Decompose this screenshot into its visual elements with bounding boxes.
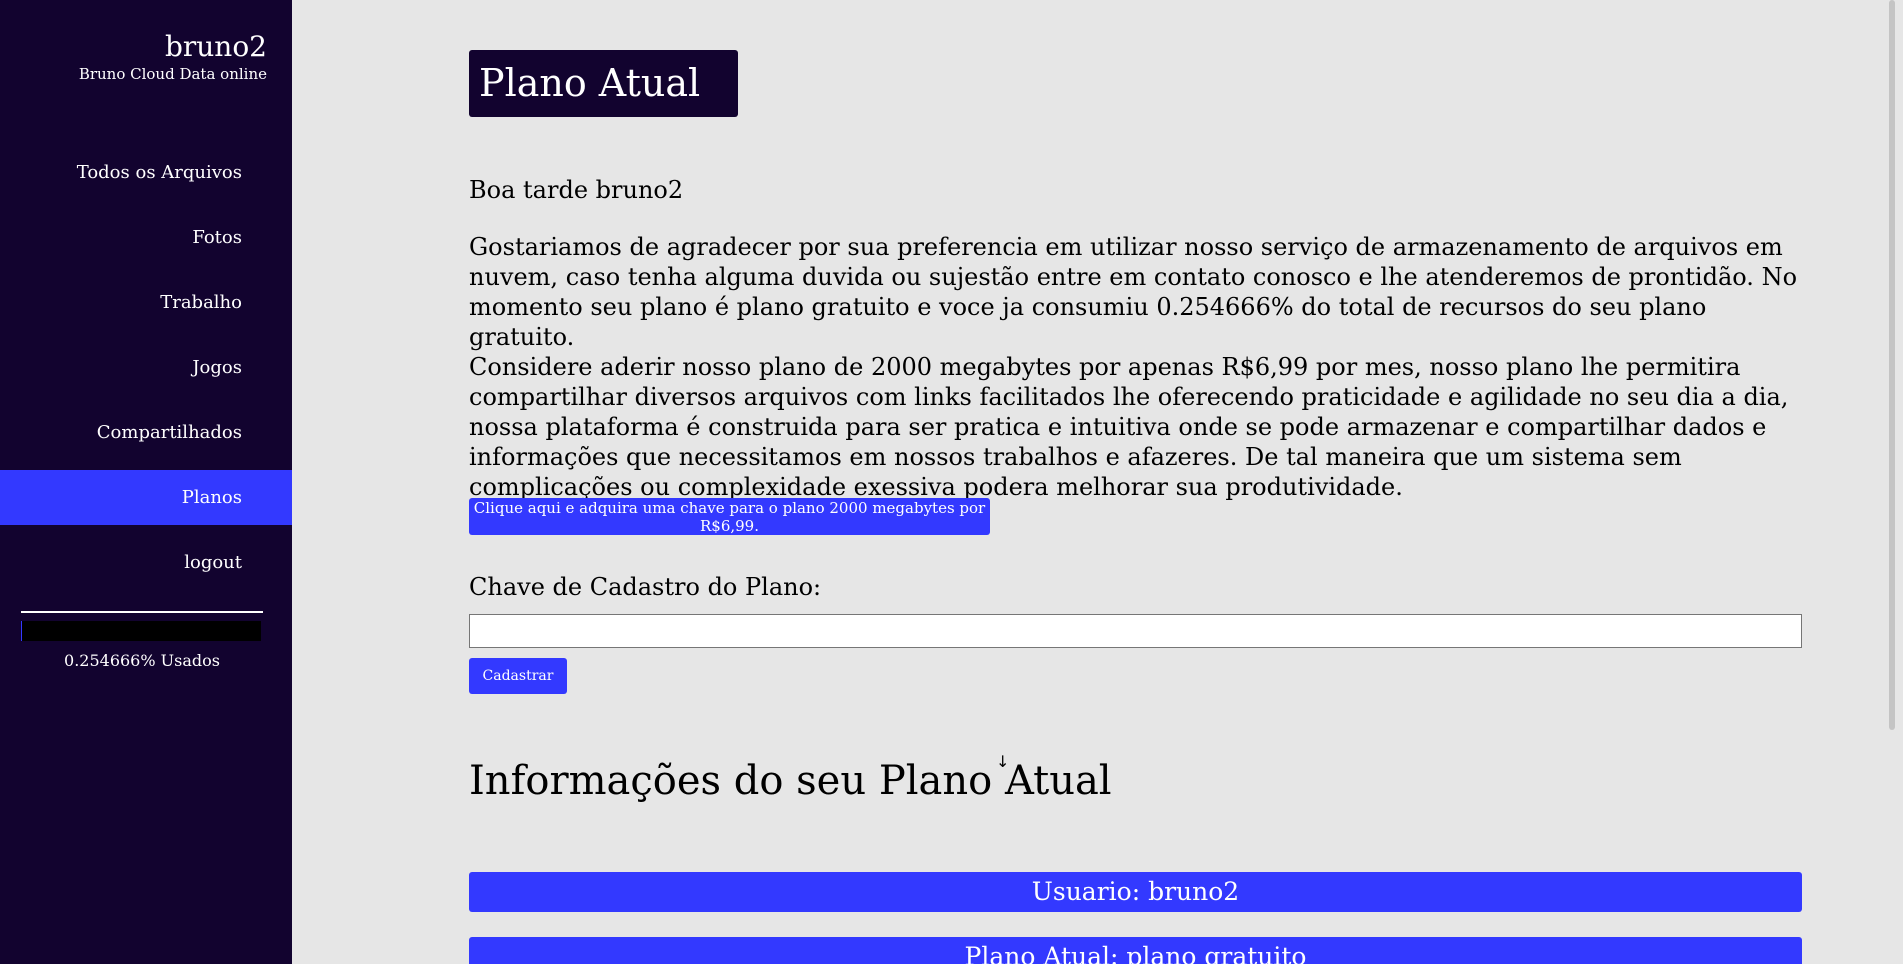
sidebar-item-planos[interactable]: Planos [0, 470, 292, 525]
usage-progress-bar [21, 621, 261, 641]
sidebar-item-fotos[interactable]: Fotos [0, 210, 292, 265]
plan-offer-paragraph: Considere aderir nosso plano de 2000 meg… [469, 353, 1789, 501]
plan-info-title: Informações do seu Plano Atual [469, 758, 1112, 804]
sidebar-nav: Todos os Arquivos Fotos Trabalho Jogos C… [0, 145, 292, 600]
info-row-user: Usuario: bruno2 [469, 872, 1802, 912]
brand-name: bruno2 [164, 30, 267, 63]
sidebar-item-todos-os-arquivos[interactable]: Todos os Arquivos [0, 145, 292, 200]
page-scrollbar[interactable] [1885, 0, 1903, 964]
usage-text: 0.254666% Usados [64, 651, 220, 670]
usage-divider [21, 611, 263, 613]
brand-subtitle: Bruno Cloud Data online [78, 65, 267, 83]
scrollbar-thumb[interactable] [1889, 0, 1895, 730]
register-button[interactable]: Cadastrar [469, 658, 567, 694]
greeting-text: Boa tarde bruno2 [469, 176, 684, 204]
brand: bruno2 Bruno Cloud Data online [79, 30, 267, 84]
storage-usage: 0.254666% Usados [21, 611, 263, 670]
sidebar-item-logout[interactable]: logout [0, 535, 292, 590]
usage-progress-fill [21, 621, 22, 641]
arrow-down-icon: ↓ [996, 752, 1010, 771]
sidebar-item-compartilhados[interactable]: Compartilhados [0, 405, 292, 460]
sidebar-item-trabalho[interactable]: Trabalho [0, 275, 292, 330]
sidebar: bruno2 Bruno Cloud Data online Todos os … [0, 0, 292, 964]
plan-intro-paragraph: Gostariamos de agradecer por sua prefere… [469, 233, 1798, 351]
plan-key-input[interactable] [469, 614, 1802, 648]
buy-plan-key-button[interactable]: Clique aqui e adquira uma chave para o p… [469, 498, 990, 535]
info-row-plan: Plano Atual: plano gratuito [469, 937, 1802, 964]
plan-key-label: Chave de Cadastro do Plano: [469, 573, 822, 601]
page-title: Plano Atual [469, 50, 738, 117]
sidebar-item-jogos[interactable]: Jogos [0, 340, 292, 395]
